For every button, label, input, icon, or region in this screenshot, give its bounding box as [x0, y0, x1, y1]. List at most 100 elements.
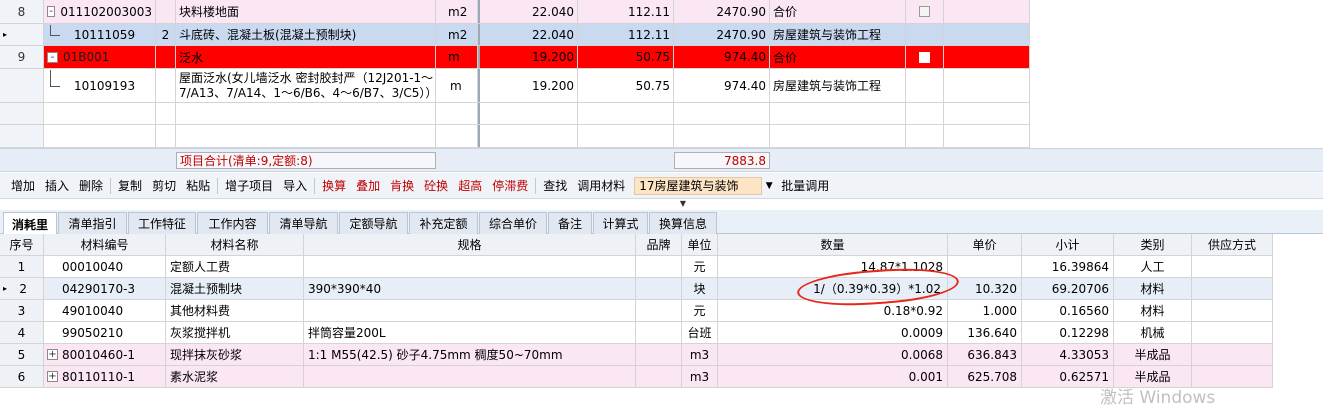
concrete-replace-button[interactable]: 砼换 — [419, 177, 453, 194]
import-button[interactable]: 导入 — [278, 177, 312, 194]
cut-button[interactable]: 剪切 — [147, 177, 181, 194]
profession-select[interactable]: 17房屋建筑与装饰 — [634, 176, 763, 195]
table-row[interactable]: 10109193 屋面泛水(女儿墙泛水 密封胶封严（12J201-1～ 7/A1… — [0, 69, 1030, 103]
material-brand — [636, 256, 682, 277]
material-code: 80110110-1 — [62, 369, 136, 384]
expand-icon[interactable]: + — [47, 349, 58, 360]
material-code: 00010040 — [44, 256, 166, 277]
stagnation-fee-button[interactable]: 停滞费 — [487, 177, 533, 194]
total-cell: 974.40 — [674, 46, 770, 68]
paste-button[interactable]: 粘贴 — [181, 177, 215, 194]
tab-remarks[interactable]: 备注 — [548, 212, 592, 234]
material-price: 625.708 — [948, 366, 1022, 387]
material-brand — [636, 344, 682, 365]
add-button[interactable]: 增加 — [6, 177, 40, 194]
code-cell: 10111059 — [44, 24, 156, 45]
row-seq: 5 — [0, 344, 44, 365]
extra-cell — [944, 24, 1030, 45]
tab-conversion-info[interactable]: 换算信息 — [649, 212, 717, 234]
col-header-brand[interactable]: 品牌 — [636, 234, 682, 255]
col-header-name[interactable]: 材料名称 — [166, 234, 304, 255]
panel-splitter-icon[interactable]: ▼ — [676, 199, 690, 209]
col-header-unit[interactable]: 单位 — [682, 234, 718, 255]
material-unit: m3 — [682, 366, 718, 387]
seq-cell — [156, 46, 176, 68]
convert-button[interactable]: 换算 — [317, 177, 351, 194]
batch-load-button[interactable]: 批量调用 — [776, 177, 834, 194]
expand-icon[interactable]: + — [47, 371, 58, 382]
tab-work-features[interactable]: 工作特征 — [128, 212, 196, 234]
add-subitem-button[interactable]: 增子项目 — [220, 177, 278, 194]
summary-label: 项目合计(清单:9,定额:8) — [176, 152, 436, 169]
total-cell: 2470.90 — [674, 0, 770, 23]
material-name: 其他材料费 — [166, 300, 304, 321]
delete-button[interactable]: 删除 — [74, 177, 108, 194]
material-category: 材料 — [1114, 278, 1192, 299]
material-qty[interactable]: 0.0009 — [718, 322, 948, 343]
collapse-icon[interactable]: - — [47, 51, 58, 63]
profession-select-value: 17房屋建筑与装饰 — [639, 179, 739, 193]
material-spec: 拌筒容量200L — [304, 322, 636, 343]
table-row[interactable]: 6 + 80110110-1 素水泥浆 m3 0.001 625.708 0.6… — [0, 366, 1273, 388]
tab-work-content[interactable]: 工作内容 — [197, 212, 268, 234]
col-header-qty[interactable]: 数量 — [718, 234, 948, 255]
col-header-seq[interactable]: 序号 — [0, 234, 44, 255]
seq-cell: 2 — [156, 24, 176, 45]
copy-button[interactable]: 复制 — [113, 177, 147, 194]
find-button[interactable]: 查找 — [538, 177, 572, 194]
current-row-marker: ▸ — [3, 30, 8, 39]
total-cell: 2470.90 — [674, 24, 770, 45]
chevron-down-icon[interactable]: ▼ — [762, 181, 776, 191]
toolbar-divider — [110, 177, 112, 194]
material-supply — [1192, 322, 1273, 343]
tree-line — [50, 25, 60, 36]
collapse-icon[interactable]: - — [47, 6, 56, 17]
material-unit: 块 — [682, 278, 718, 299]
price-cell: 50.75 — [578, 46, 674, 68]
qty-cell: 22.040 — [478, 0, 578, 23]
col-header-subtotal[interactable]: 小计 — [1022, 234, 1114, 255]
tab-consumption[interactable]: 消耗里 — [3, 212, 57, 235]
row-pointer: ▸ — [0, 24, 44, 45]
tab-quota-navigation[interactable]: 定额导航 — [339, 212, 408, 234]
table-row[interactable]: 9 - 01B001 泛水 m 19.200 50.75 974.40 合价 — [0, 46, 1030, 69]
overlay-button[interactable]: 叠加 — [351, 177, 385, 194]
unit-cell: m — [436, 46, 478, 68]
table-row[interactable]: 4 99050210 灰浆搅拌机 拌筒容量200L 台班 0.0009 136.… — [0, 322, 1273, 344]
material-qty[interactable]: 0.001 — [718, 366, 948, 387]
col-header-code[interactable]: 材料编号 — [44, 234, 166, 255]
material-qty[interactable]: 0.0068 — [718, 344, 948, 365]
tab-bill-navigation[interactable]: 清单导航 — [269, 212, 338, 234]
col-header-price[interactable]: 单价 — [948, 234, 1022, 255]
tab-formula[interactable]: 计算式 — [593, 212, 648, 234]
table-row[interactable]: 8 - 011102003003 块料楼地面 m2 22.040 112.11 … — [0, 0, 1030, 24]
insert-button[interactable]: 插入 — [40, 177, 74, 194]
col-header-supply[interactable]: 供应方式 — [1192, 234, 1273, 255]
table-row[interactable]: 1 00010040 定额人工费 元 14.87*1.1028 16.39864… — [0, 256, 1273, 278]
replace-button[interactable]: 肯换 — [385, 177, 419, 194]
height-over-button[interactable]: 超高 — [453, 177, 487, 194]
material-unit: m3 — [682, 344, 718, 365]
code-cell: 10109193 — [44, 69, 156, 102]
row-checkbox[interactable] — [919, 6, 930, 17]
table-row[interactable]: 3 49010040 其他材料费 元 0.18*0.92 1.000 0.165… — [0, 300, 1273, 322]
tab-bill-guide[interactable]: 清单指引 — [58, 212, 127, 234]
table-row[interactable]: 5 + 80010460-1 现拌抹灰砂浆 1:1 M55(42.5) 砂子4.… — [0, 344, 1273, 366]
table-row[interactable]: ▸ 10111059 2 斗底砖、混凝土板(混凝土预制块) m2 22.040 … — [0, 24, 1030, 46]
col-header-spec[interactable]: 规格 — [304, 234, 636, 255]
current-row-marker: ▸ — [3, 284, 8, 293]
row-seq-cell: ▸ 2 — [0, 278, 44, 299]
material-brand — [636, 366, 682, 387]
tab-supplement-quota[interactable]: 补充定额 — [409, 212, 478, 234]
table-row[interactable]: ▸ 2 04290170-3 混凝土预制块 390*390*40 块 1/（0.3… — [0, 278, 1273, 300]
tab-unit-price[interactable]: 综合单价 — [479, 212, 547, 234]
toolbar-divider — [535, 177, 537, 194]
activation-watermark: 激活 Windows — [1100, 388, 1216, 408]
qty-cell: 22.040 — [478, 24, 578, 45]
col-header-category[interactable]: 类别 — [1114, 234, 1192, 255]
load-materials-button[interactable]: 调用材料 — [572, 177, 630, 194]
price-cell: 112.11 — [578, 0, 674, 23]
material-code: 04290170-3 — [44, 278, 166, 299]
row-checkbox[interactable] — [919, 51, 930, 63]
checkbox-cell — [906, 69, 944, 102]
